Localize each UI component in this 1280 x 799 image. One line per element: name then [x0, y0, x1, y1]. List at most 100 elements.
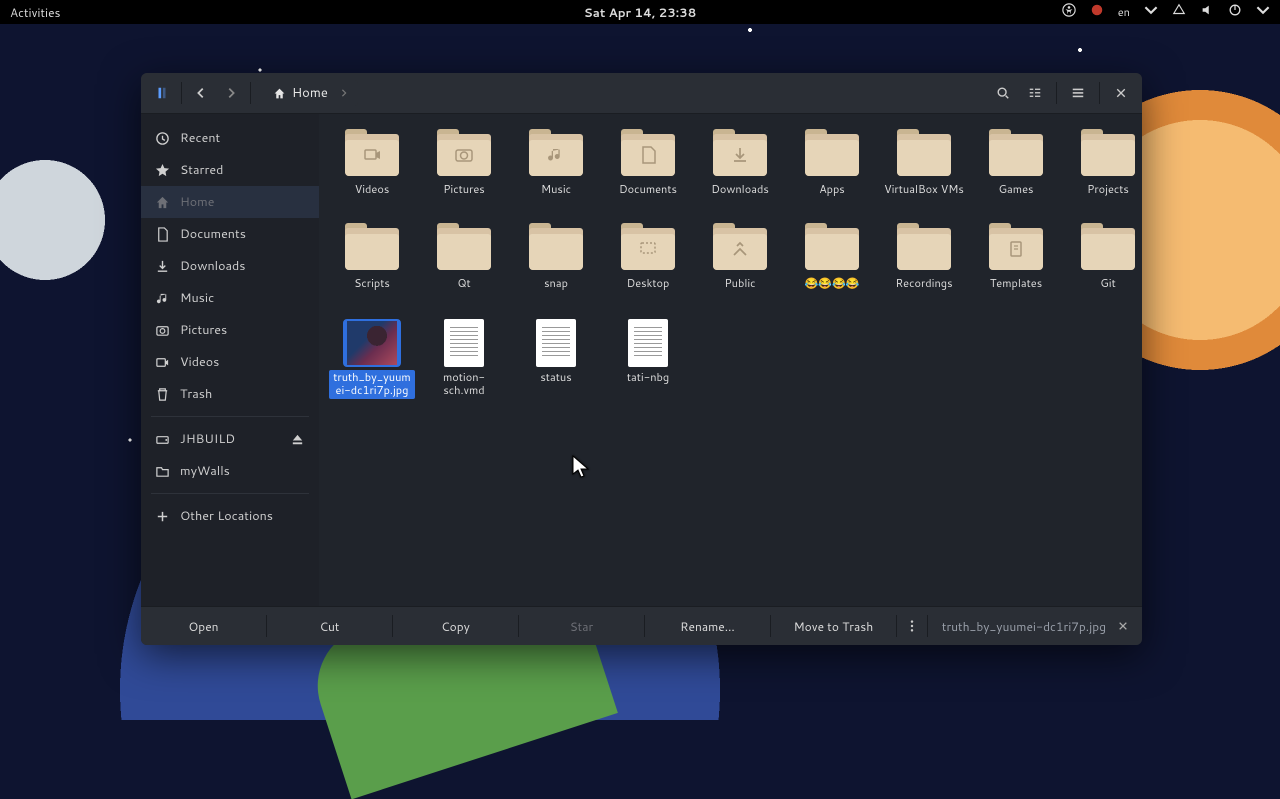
- sidebar-label: Recent: [180, 129, 220, 147]
- sidebar-pictures[interactable]: Pictures: [141, 314, 319, 346]
- action-rename[interactable]: Rename…: [645, 608, 770, 645]
- folder-item[interactable]: Templates: [971, 222, 1061, 296]
- sidebar-other-locations[interactable]: Other Locations: [141, 500, 319, 532]
- folder-item[interactable]: Public: [695, 222, 785, 296]
- item-label: Games: [997, 182, 1036, 198]
- doc-icon: [155, 227, 170, 242]
- selection-close[interactable]: [1118, 618, 1128, 635]
- home-icon: [155, 195, 170, 210]
- clock-icon: [155, 131, 170, 146]
- home-icon: [273, 87, 286, 100]
- sidebar-label: Music: [180, 289, 214, 307]
- folder-item[interactable]: Recordings: [879, 222, 969, 296]
- sidebar-music[interactable]: Music: [141, 282, 319, 314]
- file-item[interactable]: motion-sch.vmd: [419, 316, 509, 404]
- sidebar: Recent Starred Home Documents Downloads …: [141, 114, 319, 606]
- folder-item[interactable]: Apps: [787, 128, 877, 202]
- accessibility-icon[interactable]: [1062, 3, 1076, 21]
- back-button[interactable]: [186, 78, 216, 108]
- sidebar-label: Videos: [180, 353, 219, 371]
- panel-clock[interactable]: Sat Apr 14, 23:38: [584, 4, 697, 21]
- action-more[interactable]: [897, 611, 927, 641]
- item-label: tati-nbg: [625, 370, 671, 386]
- sidebar-label: JHBUILD: [180, 430, 235, 448]
- sidebar-mywalls[interactable]: myWalls: [141, 455, 319, 487]
- item-label: Qt: [455, 276, 472, 292]
- breadcrumb-home[interactable]: Home: [265, 80, 336, 106]
- folder-item[interactable]: VirtualBox VMs: [879, 128, 969, 202]
- chevron-right-icon: [340, 86, 348, 100]
- network-icon[interactable]: [1172, 3, 1186, 21]
- notifications-icon[interactable]: [1090, 3, 1104, 21]
- sidebar-jhbuild[interactable]: JHBUILD: [141, 423, 319, 455]
- item-label: motion-sch.vmd: [421, 370, 507, 400]
- item-label: Scripts: [352, 276, 392, 292]
- item-label: Apps: [817, 182, 847, 198]
- doc-icon: [621, 134, 675, 176]
- eject-icon[interactable]: [290, 432, 305, 447]
- sidebar-downloads[interactable]: Downloads: [141, 250, 319, 282]
- folder-item[interactable]: Scripts: [327, 222, 417, 296]
- file-item[interactable]: truth_by_yuumei-dc1ri7p.jpg: [327, 316, 417, 404]
- sidebar-home[interactable]: Home: [141, 186, 319, 218]
- item-label: 😂😂😂😂: [803, 276, 862, 292]
- top-panel: Activities Sat Apr 14, 23:38 en: [0, 0, 1280, 24]
- item-label: truth_by_yuumei-dc1ri7p.jpg: [329, 370, 415, 400]
- action-bar: Open Cut Copy Star Rename… Move to Trash…: [141, 606, 1142, 645]
- folder-item[interactable]: Documents: [603, 128, 693, 202]
- folder-icon: [155, 464, 170, 479]
- close-button[interactable]: [1106, 78, 1136, 108]
- download-icon: [713, 134, 767, 176]
- item-label: Pictures: [441, 182, 487, 198]
- music-icon: [155, 291, 170, 306]
- item-label: Templates: [988, 276, 1044, 292]
- search-button[interactable]: [988, 78, 1018, 108]
- action-star[interactable]: Star: [519, 608, 644, 645]
- file-item[interactable]: tati-nbg: [603, 316, 693, 404]
- folder-item[interactable]: Videos: [327, 128, 417, 202]
- star-icon: [155, 163, 170, 178]
- item-label: VirtualBox VMs: [882, 182, 966, 198]
- power-icon[interactable]: [1228, 3, 1242, 21]
- path-bar[interactable]: Home: [255, 80, 358, 106]
- volume-icon[interactable]: [1200, 3, 1214, 21]
- folder-item[interactable]: Games: [971, 128, 1061, 202]
- sidebar-label: Documents: [180, 225, 246, 243]
- trash-icon: [155, 387, 170, 402]
- sidebar-documents[interactable]: Documents: [141, 218, 319, 250]
- new-tab-button[interactable]: [147, 78, 177, 108]
- folder-item[interactable]: Projects: [1063, 128, 1142, 202]
- folder-item[interactable]: snap: [511, 222, 601, 296]
- sidebar-label: Pictures: [180, 321, 227, 339]
- sidebar-trash[interactable]: Trash: [141, 378, 319, 410]
- forward-button[interactable]: [216, 78, 246, 108]
- item-label: Projects: [1085, 182, 1131, 198]
- sidebar-starred[interactable]: Starred: [141, 154, 319, 186]
- sidebar-recent[interactable]: Recent: [141, 122, 319, 154]
- activities-button[interactable]: Activities: [10, 4, 61, 21]
- content-area[interactable]: Videos Pictures Music Documents Download…: [319, 114, 1142, 606]
- folder-item[interactable]: Pictures: [419, 128, 509, 202]
- file-item[interactable]: status: [511, 316, 601, 404]
- action-trash[interactable]: Move to Trash: [771, 608, 896, 645]
- folder-item[interactable]: Qt: [419, 222, 509, 296]
- folder-item[interactable]: Music: [511, 128, 601, 202]
- hamburger-menu-button[interactable]: [1063, 78, 1093, 108]
- camera-icon: [155, 323, 170, 338]
- sidebar-videos[interactable]: Videos: [141, 346, 319, 378]
- folder-item[interactable]: Downloads: [695, 128, 785, 202]
- download-icon: [155, 259, 170, 274]
- folder-item[interactable]: Git: [1063, 222, 1142, 296]
- folder-item[interactable]: Desktop: [603, 222, 693, 296]
- action-copy[interactable]: Copy: [393, 608, 518, 645]
- language-indicator[interactable]: en: [1118, 4, 1130, 20]
- view-toggle-button[interactable]: [1020, 78, 1050, 108]
- action-open[interactable]: Open: [141, 608, 266, 645]
- action-cut[interactable]: Cut: [267, 608, 392, 645]
- item-label: Recordings: [893, 276, 954, 292]
- drive-icon: [155, 432, 170, 447]
- item-label: snap: [542, 276, 570, 292]
- item-label: Downloads: [709, 182, 771, 198]
- folder-item[interactable]: 😂😂😂😂: [787, 222, 877, 296]
- breadcrumb-label: Home: [292, 84, 328, 102]
